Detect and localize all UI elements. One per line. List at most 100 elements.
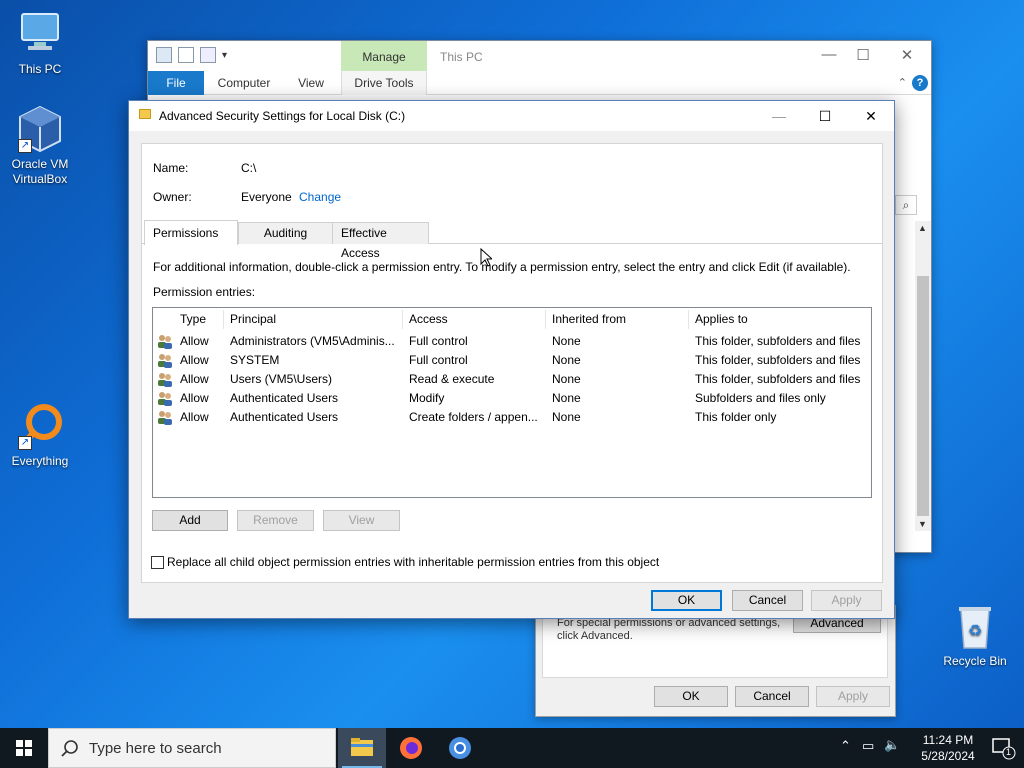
desktop-icon-label: Oracle VM VirtualBox <box>11 157 69 186</box>
search-icon[interactable]: ⌕ <box>895 195 917 215</box>
apply-button[interactable]: Apply <box>811 590 882 611</box>
explorer-title: This PC <box>440 50 483 64</box>
folder-icon <box>139 109 151 119</box>
search-icon <box>61 740 78 757</box>
taskbar: Type here to search ⌃ ▭ 🔈 11:24 PM 5/28/… <box>0 728 1024 768</box>
name-value: C:\ <box>241 161 257 175</box>
computer-small-icon[interactable] <box>156 47 172 63</box>
scroll-up-icon[interactable]: ▲ <box>918 223 927 233</box>
list-header: Type Principal Access Inherited from App… <box>153 310 871 329</box>
replace-child-label[interactable]: Replace all child object permission entr… <box>167 555 659 569</box>
owner-value: Everyone <box>241 190 292 204</box>
desktop-icon-virtualbox[interactable]: ↗ Oracle VM VirtualBox <box>0 105 80 187</box>
desktop-icon-recycle-bin[interactable]: ♻ Recycle Bin <box>935 602 1015 668</box>
recycle-bin-icon: ♻ <box>951 602 999 650</box>
scroll-thumb[interactable] <box>917 276 929 516</box>
table-row[interactable]: Allow Authenticated Users Create folders… <box>153 408 871 427</box>
clock-date: 5/28/2024 <box>921 749 975 763</box>
cancel-button[interactable]: Cancel <box>732 590 803 611</box>
dialog-titlebar: Advanced Security Settings for Local Dis… <box>129 101 894 131</box>
chromium-icon <box>449 737 471 759</box>
properties-cancel-button[interactable]: Cancel <box>735 686 809 707</box>
column-header-principal[interactable]: Principal <box>224 310 403 329</box>
taskbar-file-explorer[interactable] <box>338 728 386 768</box>
taskbar-clock[interactable]: 11:24 PM 5/28/2024 <box>916 732 980 764</box>
maximize-icon[interactable]: ☐ <box>853 46 873 64</box>
properties-ok-button[interactable]: OK <box>654 686 728 707</box>
info-text: For additional information, double-click… <box>153 260 851 274</box>
explorer-scrollbar[interactable]: ▲ ▼ <box>915 221 931 531</box>
ok-button[interactable]: OK <box>651 590 722 611</box>
desktop-icon-everything[interactable]: ↗ Everything <box>0 402 80 468</box>
properties-icon[interactable] <box>178 47 194 63</box>
dialog-tabs: Permissions Auditing Effective Access <box>142 220 882 260</box>
tab-file[interactable]: File <box>148 71 204 95</box>
column-header-applies[interactable]: Applies to <box>689 310 871 329</box>
table-row[interactable]: Allow Administrators (VM5\Adminis... Ful… <box>153 332 871 351</box>
start-button[interactable] <box>0 728 48 768</box>
network-icon[interactable]: ▭ <box>862 738 874 754</box>
remove-button[interactable]: Remove <box>237 510 314 531</box>
search-placeholder: Type here to search <box>89 740 222 757</box>
properties-apply-button[interactable]: Apply <box>816 686 890 707</box>
svg-text:♻: ♻ <box>968 623 982 640</box>
dialog-title: Advanced Security Settings for Local Dis… <box>159 109 406 123</box>
system-tray: ⌃ ▭ 🔈 <box>838 728 910 768</box>
minimize-icon[interactable]: — <box>756 101 802 131</box>
taskbar-firefox[interactable] <box>387 728 435 768</box>
help-icon[interactable]: ? <box>912 75 928 91</box>
windows-logo-icon <box>16 740 32 756</box>
table-row[interactable]: Allow Users (VM5\Users) Read & execute N… <box>153 370 871 389</box>
maximize-icon[interactable]: ☐ <box>802 101 848 131</box>
qat-dropdown-icon[interactable]: ▾ <box>222 50 227 61</box>
table-row[interactable]: Allow Authenticated Users Modify None Su… <box>153 389 871 408</box>
column-header-type[interactable]: Type <box>174 310 224 329</box>
computer-icon <box>16 10 64 58</box>
taskbar-search-box[interactable]: Type here to search <box>48 728 336 768</box>
tab-drive-tools[interactable]: Drive Tools <box>341 71 427 95</box>
tab-permissions[interactable]: Permissions <box>144 220 238 245</box>
folder-icon <box>351 738 373 756</box>
notification-count: 1 <box>1006 747 1012 757</box>
notifications-button[interactable]: 1 <box>990 736 1016 760</box>
replace-child-checkbox[interactable] <box>151 556 164 569</box>
firefox-icon <box>400 737 422 759</box>
table-row[interactable]: Allow SYSTEM Full control None This fold… <box>153 351 871 370</box>
scroll-down-icon[interactable]: ▼ <box>918 519 927 529</box>
shortcut-arrow-icon: ↗ <box>18 139 32 153</box>
view-button[interactable]: View <box>323 510 400 531</box>
ribbon-expand-icon[interactable]: ⌃ <box>898 76 907 89</box>
volume-muted-icon[interactable]: 🔈 <box>884 737 900 753</box>
users-icon <box>158 392 172 406</box>
tab-effective-access[interactable]: Effective Access <box>332 222 429 260</box>
mouse-cursor-icon <box>480 248 492 267</box>
quick-access-toolbar: ▾ <box>156 47 227 63</box>
close-icon[interactable]: ✕ <box>848 101 894 131</box>
close-icon[interactable]: ✕ <box>897 46 917 64</box>
permission-entries-list[interactable]: Type Principal Access Inherited from App… <box>152 307 872 498</box>
properties-advanced-text: For special permissions or advanced sett… <box>557 617 781 642</box>
column-header-inherited[interactable]: Inherited from <box>546 310 689 329</box>
minimize-icon[interactable]: — <box>819 46 839 63</box>
users-icon <box>158 335 172 349</box>
permission-entries-label: Permission entries: <box>153 285 256 299</box>
users-icon <box>158 373 172 387</box>
dialog-content: Name: C:\ Owner: Everyone Change Permiss… <box>141 143 883 583</box>
manage-context-tab[interactable]: Manage <box>341 41 427 71</box>
change-owner-link[interactable]: Change <box>299 190 341 204</box>
new-folder-icon[interactable] <box>200 47 216 63</box>
desktop-icon-this-pc[interactable]: This PC <box>0 10 80 76</box>
column-header-access[interactable]: Access <box>403 310 546 329</box>
name-label: Name: <box>153 161 189 175</box>
explorer-titlebar: ▾ Manage This PC — ☐ ✕ <box>148 41 931 71</box>
tab-view[interactable]: View <box>286 71 336 95</box>
tab-auditing[interactable]: Auditing <box>238 222 333 244</box>
explorer-ribbon: File Computer View Drive Tools ⌃ ? <box>148 71 931 95</box>
desktop-icon-label: Recycle Bin <box>943 654 1007 668</box>
tab-computer[interactable]: Computer <box>208 71 280 95</box>
add-button[interactable]: Add <box>152 510 228 531</box>
everything-search-icon: ↗ <box>16 402 64 450</box>
taskbar-chromium[interactable] <box>436 728 484 768</box>
desktop-icon-label: This PC <box>18 62 62 76</box>
show-hidden-icons-icon[interactable]: ⌃ <box>840 738 851 754</box>
